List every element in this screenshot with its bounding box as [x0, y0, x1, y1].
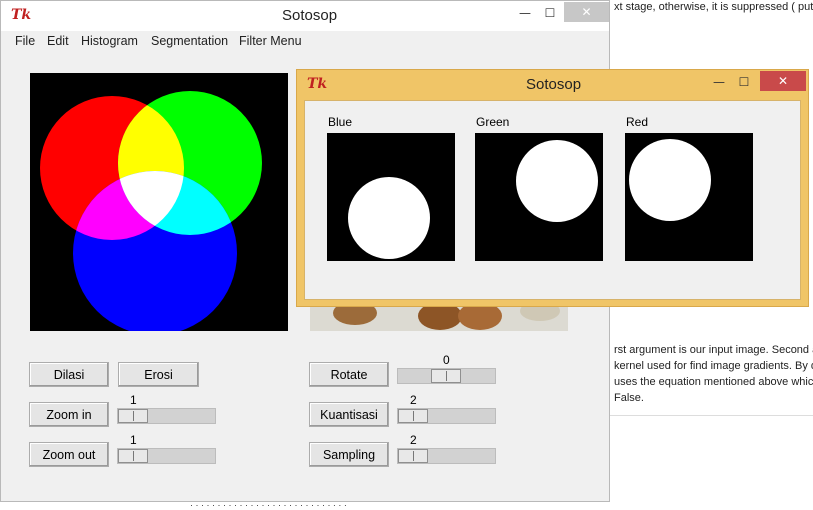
bg-text-line: kernel used for find image gradients. By…	[614, 360, 813, 372]
kuantisasi-slider-thumb[interactable]	[398, 409, 428, 423]
image-rgb-venn	[30, 73, 288, 331]
main-titlebar[interactable]: Tk Sotosop — ☐ ✕	[1, 1, 609, 31]
channel-window-title: Sotosop	[526, 76, 582, 93]
minimize-icon[interactable]: —	[515, 6, 535, 20]
bg-text-line: uses the equation mentioned above which	[614, 376, 813, 388]
close-icon[interactable]: ✕	[760, 71, 806, 91]
zoom-in-slider-value: 1	[130, 393, 137, 407]
menu-bar: File Edit Histogram Segmentation Filter …	[1, 31, 609, 52]
channel-image-red	[625, 133, 753, 261]
menu-histogram[interactable]: Histogram	[81, 34, 138, 48]
zoom-out-slider[interactable]	[117, 448, 216, 464]
menu-edit[interactable]: Edit	[47, 34, 69, 48]
zoom-out-slider-thumb[interactable]	[118, 449, 148, 463]
zoom-out-slider-value: 1	[130, 433, 137, 447]
rotate-button[interactable]: Rotate	[309, 362, 389, 387]
kuantisasi-slider-value: 2	[410, 393, 417, 407]
tk-logo-icon: Tk	[307, 76, 328, 92]
channel-label-red: Red	[626, 115, 649, 129]
channel-window-titlebar[interactable]: Tk Sotosop — ☐ ✕	[297, 70, 808, 100]
channel-image-blue	[327, 133, 455, 261]
bg-text-line: rst argument is our input image. Second …	[614, 344, 813, 356]
erosi-button[interactable]: Erosi	[118, 362, 199, 387]
channel-label-green: Green	[476, 115, 510, 129]
menu-segmentation[interactable]: Segmentation	[151, 34, 228, 48]
channel-window-body: Blue Green Red	[304, 100, 801, 300]
channel-disc	[348, 177, 430, 259]
rotate-slider[interactable]	[397, 368, 496, 384]
minimize-icon[interactable]: —	[709, 75, 729, 89]
zoom-out-button[interactable]: Zoom out	[29, 442, 109, 467]
sampling-slider-value: 2	[410, 433, 417, 447]
main-window-title: Sotosop	[282, 7, 338, 24]
zoom-in-button[interactable]: Zoom in	[29, 402, 109, 427]
rotate-slider-value: 0	[443, 353, 450, 367]
channel-image-green	[475, 133, 603, 261]
channel-window: Tk Sotosop — ☐ ✕ Blue Green Red	[296, 69, 809, 307]
close-icon[interactable]: ✕	[564, 2, 609, 22]
kuantisasi-button[interactable]: Kuantisasi	[309, 402, 389, 427]
bg-text-line: False.	[614, 392, 644, 404]
sampling-slider-thumb[interactable]	[398, 449, 428, 463]
sampling-slider[interactable]	[397, 448, 496, 464]
kuantisasi-slider[interactable]	[397, 408, 496, 424]
channel-disc	[629, 139, 711, 221]
menu-filter[interactable]: Filter Menu	[239, 34, 302, 48]
sampling-button[interactable]: Sampling	[309, 442, 389, 467]
channel-label-blue: Blue	[328, 115, 353, 129]
bg-text-line: xt stage, otherwise, it is suppressed ( …	[614, 1, 813, 13]
zoom-in-slider-thumb[interactable]	[118, 409, 148, 423]
tk-logo-icon: Tk	[11, 7, 32, 23]
rotate-slider-thumb[interactable]	[431, 369, 461, 383]
channel-disc	[516, 140, 598, 222]
maximize-icon[interactable]: ☐	[540, 6, 560, 20]
rgb-venn-graphic	[30, 73, 288, 331]
zoom-in-slider[interactable]	[117, 408, 216, 424]
menu-file[interactable]: File	[15, 34, 35, 48]
dilasi-button[interactable]: Dilasi	[29, 362, 109, 387]
maximize-icon[interactable]: ☐	[734, 75, 754, 89]
bg-divider	[608, 415, 813, 416]
